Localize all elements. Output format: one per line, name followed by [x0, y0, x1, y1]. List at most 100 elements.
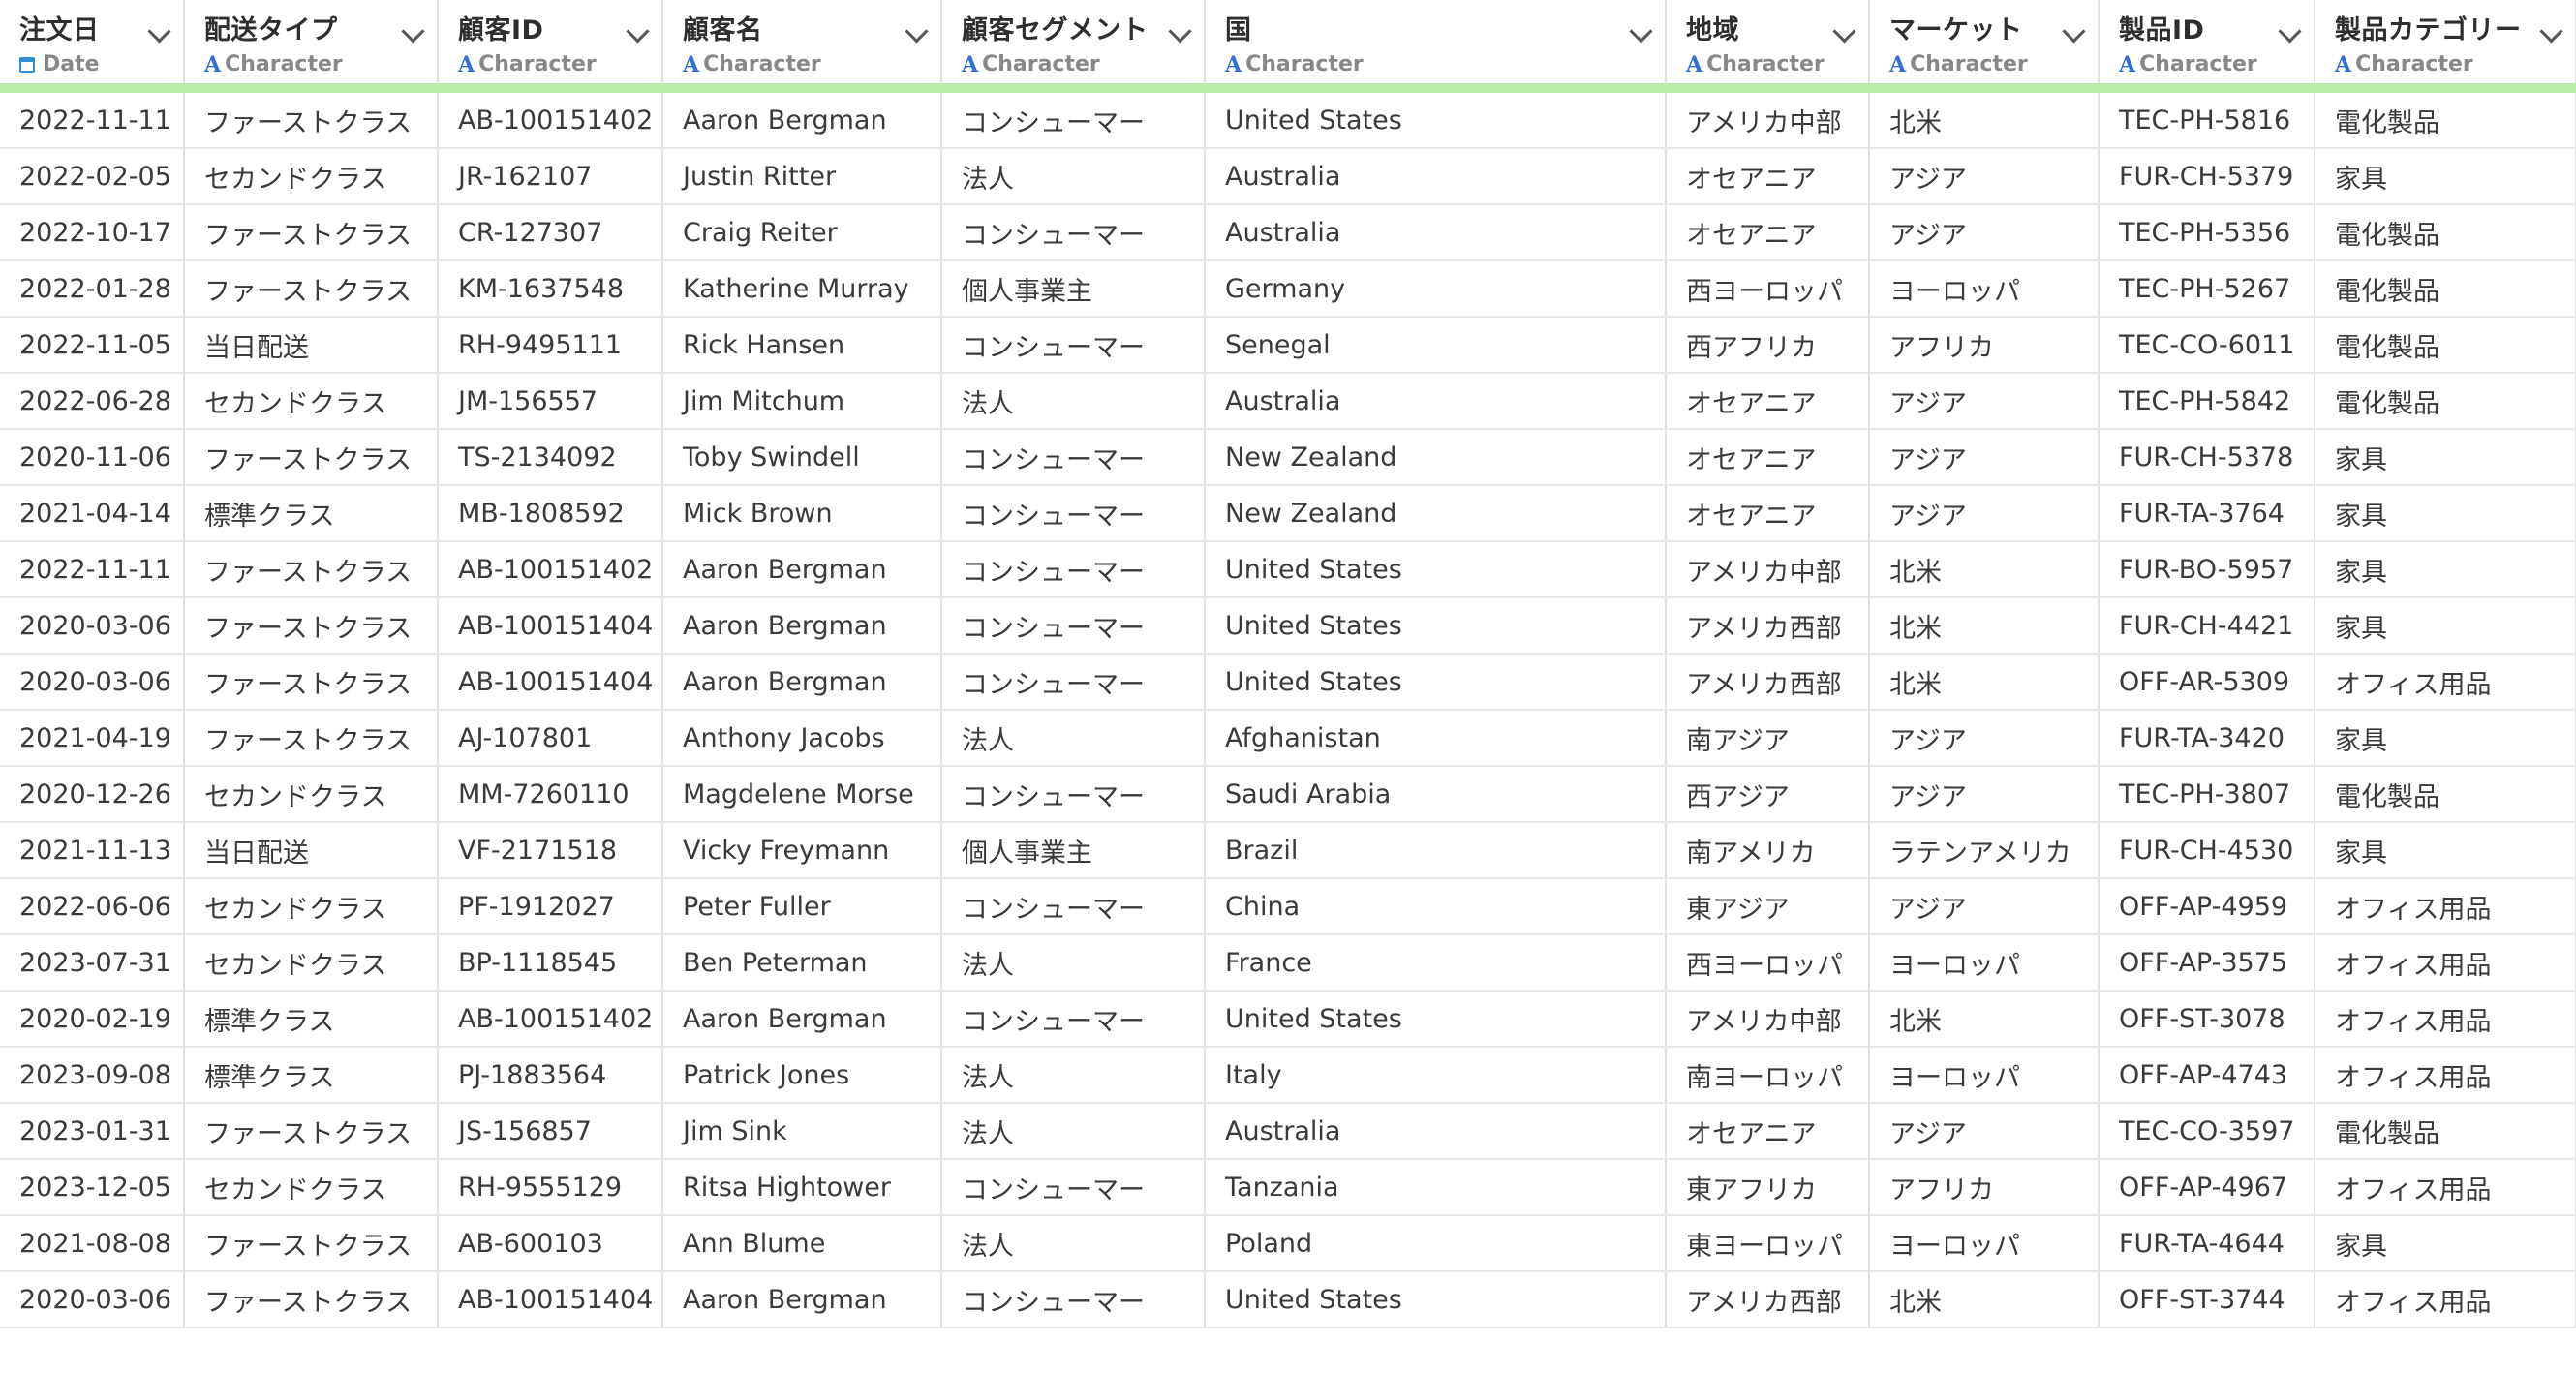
table-cell[interactable]: Aaron Bergman	[662, 654, 942, 711]
table-cell[interactable]: Italy	[1205, 1047, 1667, 1104]
table-cell[interactable]: Australia	[1205, 148, 1667, 205]
table-cell[interactable]: 標準クラス	[184, 1047, 439, 1104]
table-cell[interactable]: AB-100151402	[438, 88, 663, 149]
table-cell[interactable]: オセアニア	[1666, 1103, 1870, 1160]
table-cell[interactable]: Justin Ritter	[662, 148, 942, 205]
table-cell[interactable]: Senegal	[1205, 317, 1667, 374]
table-row[interactable]: 2021-04-14 標準クラス MB-1808592 Mick Brown コンシュー…	[0, 485, 2576, 542]
table-cell[interactable]: 東ヨーロッパ	[1666, 1215, 1870, 1272]
table-cell[interactable]: AB-100151404	[438, 1271, 663, 1328]
table-cell[interactable]: アメリカ中部	[1666, 991, 1870, 1048]
table-cell[interactable]: コンシューマー	[941, 766, 1206, 823]
table-cell[interactable]: 北米	[1869, 541, 2100, 598]
table-cell[interactable]: 2020-11-06	[0, 429, 185, 486]
column-header[interactable]: 顧客名 A Character	[662, 0, 942, 93]
table-cell[interactable]: Craig Reiter	[662, 204, 942, 261]
table-cell[interactable]: AB-600103	[438, 1215, 663, 1272]
table-cell[interactable]: ファーストクラス	[184, 597, 439, 655]
table-cell[interactable]: 標準クラス	[184, 485, 439, 542]
table-cell[interactable]: Toby Swindell	[662, 429, 942, 486]
table-cell[interactable]: 西ヨーロッパ	[1666, 934, 1870, 992]
table-cell[interactable]: FUR-CH-4530	[2099, 822, 2315, 879]
table-row[interactable]: 2023-07-31 セカンドクラス BP-1118545 Ben Peterman 法…	[0, 934, 2576, 992]
table-row[interactable]: 2020-03-06 ファーストクラス AB-100151404 Aaron Berg…	[0, 1271, 2576, 1328]
table-cell[interactable]: 北米	[1869, 991, 2100, 1048]
column-header[interactable]: 注文日 Date	[0, 0, 185, 93]
table-cell[interactable]: 電化製品	[2315, 260, 2576, 318]
table-cell[interactable]: コンシューマー	[941, 654, 1206, 711]
column-header[interactable]: 国 A Character	[1205, 0, 1667, 93]
table-cell[interactable]: アフリカ	[1869, 1159, 2100, 1216]
table-cell[interactable]: Australia	[1205, 1103, 1667, 1160]
table-cell[interactable]: 2020-03-06	[0, 597, 185, 655]
table-cell[interactable]: 家具	[2315, 822, 2576, 879]
table-row[interactable]: 2022-11-05 当日配送 RH-9495111 Rick Hansen コンシュー…	[0, 317, 2576, 374]
table-cell[interactable]: MM-7260110	[438, 766, 663, 823]
column-header[interactable]: 製品ID A Character	[2099, 0, 2315, 93]
table-cell[interactable]: FUR-CH-5378	[2099, 429, 2315, 486]
table-cell[interactable]: 標準クラス	[184, 991, 439, 1048]
table-cell[interactable]: アジア	[1869, 878, 2100, 935]
table-cell[interactable]: ヨーロッパ	[1869, 260, 2100, 318]
table-cell[interactable]: 法人	[941, 710, 1206, 767]
table-cell[interactable]: 2022-11-05	[0, 317, 185, 374]
table-cell[interactable]: 当日配送	[184, 822, 439, 879]
table-cell[interactable]: オセアニア	[1666, 373, 1870, 430]
table-row[interactable]: 2022-01-28 ファーストクラス KM-1637548 Katherine Mu…	[0, 260, 2576, 318]
table-cell[interactable]: Ritsa Hightower	[662, 1159, 942, 1216]
table-cell[interactable]: コンシューマー	[941, 991, 1206, 1048]
table-cell[interactable]: コンシューマー	[941, 317, 1206, 374]
table-cell[interactable]: KM-1637548	[438, 260, 663, 318]
table-cell[interactable]: United States	[1205, 541, 1667, 598]
table-cell[interactable]: JM-156557	[438, 373, 663, 430]
table-cell[interactable]: ファーストクラス	[184, 204, 439, 261]
table-cell[interactable]: Anthony Jacobs	[662, 710, 942, 767]
table-cell[interactable]: 2023-09-08	[0, 1047, 185, 1104]
table-row[interactable]: 2022-06-06 セカンドクラス PF-1912027 Peter Fuller コ…	[0, 878, 2576, 935]
table-cell[interactable]: TEC-PH-5842	[2099, 373, 2315, 430]
table-cell[interactable]: United States	[1205, 991, 1667, 1048]
table-cell[interactable]: MB-1808592	[438, 485, 663, 542]
table-cell[interactable]: 北米	[1869, 597, 2100, 655]
table-cell[interactable]: ヨーロッパ	[1869, 1047, 2100, 1104]
table-cell[interactable]: コンシューマー	[941, 878, 1206, 935]
table-cell[interactable]: オフィス用品	[2315, 934, 2576, 992]
table-cell[interactable]: 2022-11-11	[0, 88, 185, 149]
table-row[interactable]: 2022-11-11 ファーストクラス AB-100151402 Aaron Berg…	[0, 541, 2576, 598]
table-cell[interactable]: RH-9495111	[438, 317, 663, 374]
column-header[interactable]: 製品カテゴリー A Character	[2315, 0, 2576, 93]
table-cell[interactable]: 2020-12-26	[0, 766, 185, 823]
table-cell[interactable]: セカンドクラス	[184, 766, 439, 823]
table-cell[interactable]: アジア	[1869, 766, 2100, 823]
table-cell[interactable]: 法人	[941, 1103, 1206, 1160]
table-cell[interactable]: アジア	[1869, 373, 2100, 430]
table-cell[interactable]: Peter Fuller	[662, 878, 942, 935]
table-cell[interactable]: ファーストクラス	[184, 541, 439, 598]
table-cell[interactable]: アジア	[1869, 485, 2100, 542]
table-row[interactable]: 2020-03-06 ファーストクラス AB-100151404 Aaron Berg…	[0, 597, 2576, 655]
table-cell[interactable]: TEC-PH-5267	[2099, 260, 2315, 318]
table-cell[interactable]: 2022-06-28	[0, 373, 185, 430]
table-cell[interactable]: 家具	[2315, 429, 2576, 486]
table-cell[interactable]: セカンドクラス	[184, 373, 439, 430]
table-cell[interactable]: アジア	[1869, 148, 2100, 205]
table-cell[interactable]: Brazil	[1205, 822, 1667, 879]
table-cell[interactable]: PJ-1883564	[438, 1047, 663, 1104]
table-cell[interactable]: 法人	[941, 934, 1206, 992]
table-cell[interactable]: コンシューマー	[941, 1271, 1206, 1328]
table-cell[interactable]: Magdelene Morse	[662, 766, 942, 823]
table-cell[interactable]: アジア	[1869, 204, 2100, 261]
table-cell[interactable]: Patrick Jones	[662, 1047, 942, 1104]
table-cell[interactable]: PF-1912027	[438, 878, 663, 935]
table-cell[interactable]: Tanzania	[1205, 1159, 1667, 1216]
table-cell[interactable]: 2021-04-19	[0, 710, 185, 767]
table-cell[interactable]: コンシューマー	[941, 429, 1206, 486]
table-cell[interactable]: アメリカ中部	[1666, 88, 1870, 149]
table-cell[interactable]: ファーストクラス	[184, 429, 439, 486]
table-cell[interactable]: 2020-03-06	[0, 1271, 185, 1328]
table-row[interactable]: 2022-10-17 ファーストクラス CR-127307 Craig Reiter コ…	[0, 204, 2576, 261]
table-cell[interactable]: TEC-PH-5816	[2099, 88, 2315, 149]
table-cell[interactable]: オフィス用品	[2315, 878, 2576, 935]
table-cell[interactable]: 個人事業主	[941, 260, 1206, 318]
table-cell[interactable]: 2021-11-13	[0, 822, 185, 879]
